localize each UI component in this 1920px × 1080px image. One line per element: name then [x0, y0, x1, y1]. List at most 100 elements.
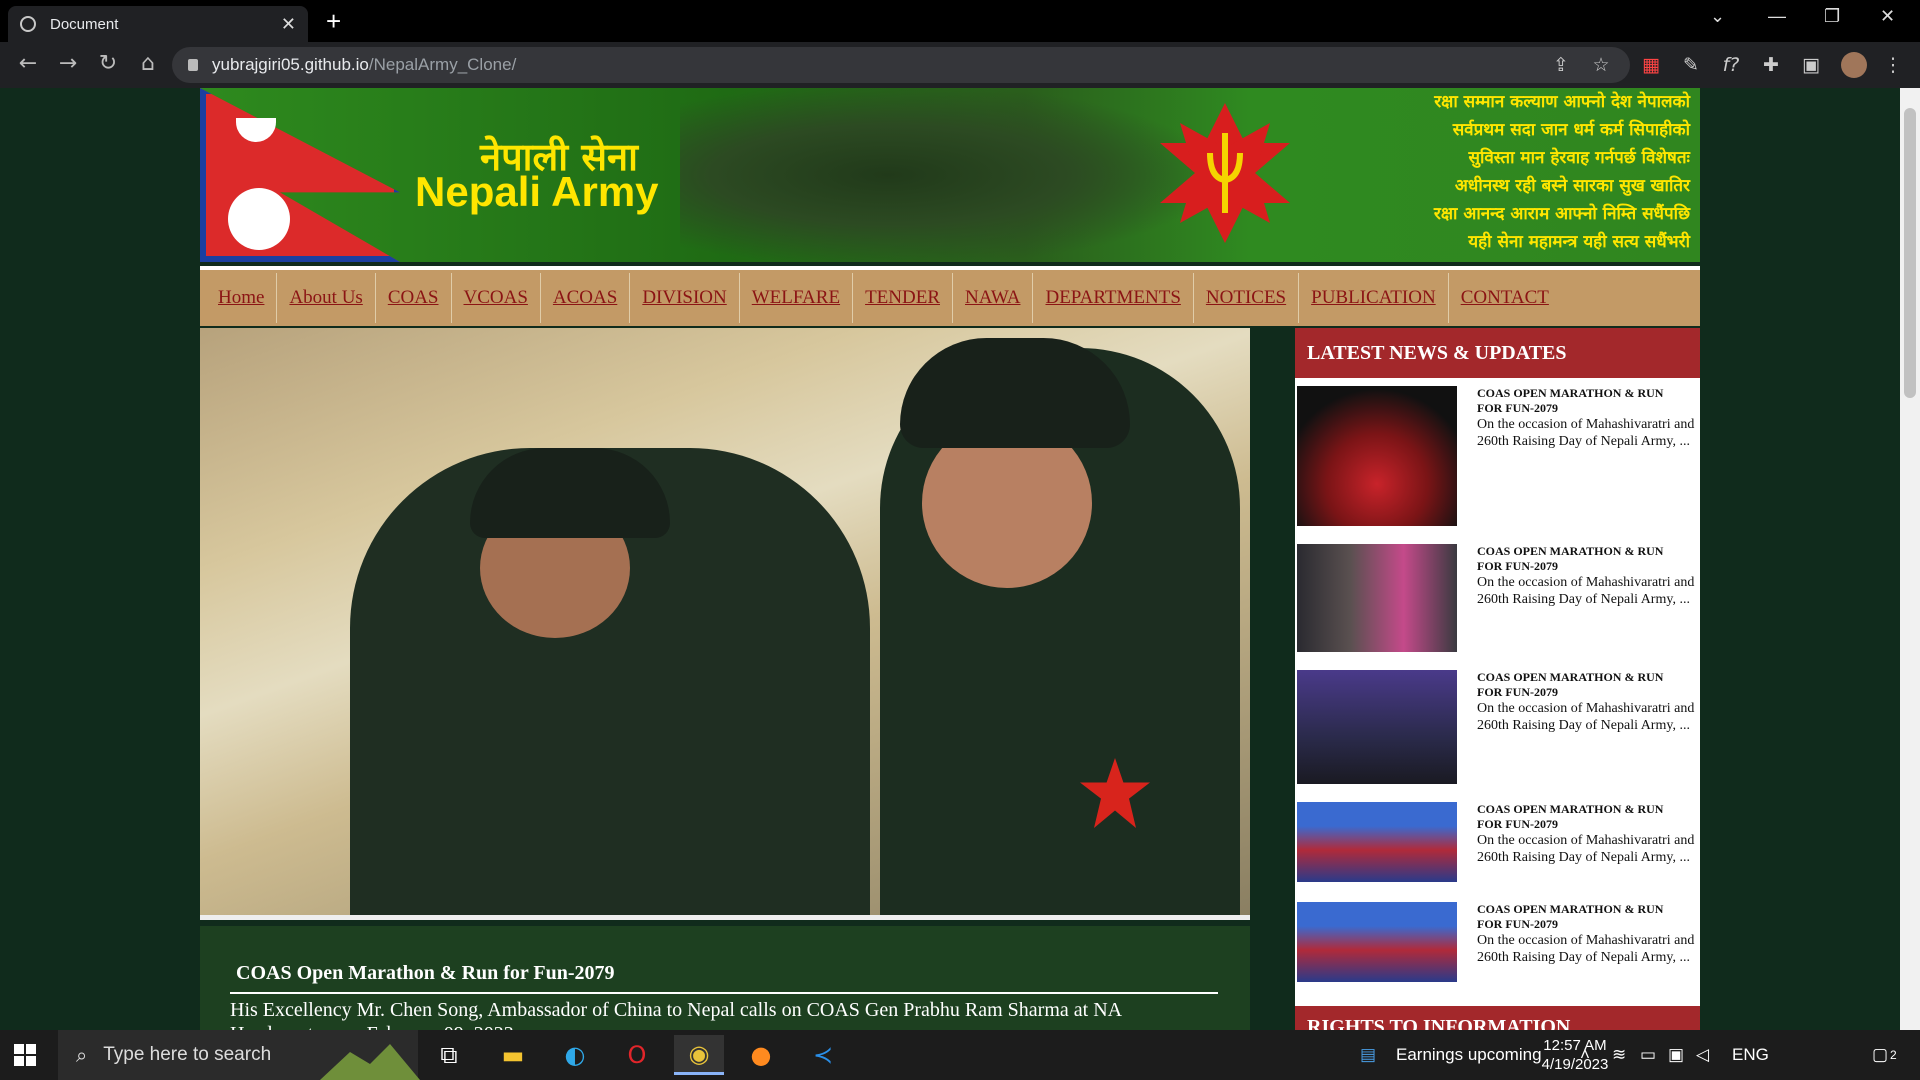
- notification-count: 2: [1890, 1048, 1897, 1062]
- news-widget-icon[interactable]: ▤: [1360, 1030, 1376, 1080]
- restore-icon[interactable]: ❐: [1824, 6, 1840, 27]
- web-page: नेपाली सेना Nepali Army रक्षा सम्मान कल्…: [0, 88, 1900, 1030]
- nav-welfare[interactable]: WELFARE: [740, 273, 854, 323]
- bookmark-star-icon[interactable]: ☆: [1588, 52, 1614, 78]
- site-banner: नेपाली सेना Nepali Army रक्षा सम्मान कल्…: [200, 88, 1700, 262]
- search-icon: ⌕: [76, 1043, 88, 1067]
- font-extension-icon[interactable]: f?: [1718, 52, 1744, 78]
- nav-division[interactable]: DIVISION: [630, 273, 740, 323]
- vscode-icon[interactable]: ≺: [798, 1035, 848, 1075]
- tab-title: Document: [50, 15, 119, 33]
- nav-publication[interactable]: PUBLICATION: [1299, 273, 1449, 323]
- task-view-icon[interactable]: ⧉: [424, 1035, 474, 1075]
- news-thumbnail[interactable]: [1297, 670, 1457, 784]
- army-emblem-icon: [1160, 103, 1290, 243]
- share-icon[interactable]: ⇪: [1548, 52, 1574, 78]
- extension-icon[interactable]: ▦: [1638, 52, 1664, 78]
- news-thumbnail[interactable]: [1297, 802, 1457, 882]
- news-title[interactable]: COAS OPEN MARATHON & RUN FOR FUN-2079: [1477, 802, 1687, 832]
- news-panel: LATEST NEWS & UPDATES COAS OPEN MARATHON…: [1295, 328, 1700, 1030]
- nav-acoas[interactable]: ACOAS: [541, 273, 631, 323]
- rti-heading[interactable]: RIGHTS TO INFORMATION: [1295, 1006, 1700, 1030]
- home-icon[interactable]: ⌂: [134, 50, 162, 78]
- motto-line: सुविस्ता मान हेरवाह गर्नपर्छ विशेषतः: [1468, 148, 1690, 168]
- motto-verse: रक्षा सम्मान कल्याण आफ्नो देश नेपालको सर…: [1300, 88, 1690, 262]
- chrome-icon[interactable]: ◉: [674, 1035, 724, 1075]
- edge-icon[interactable]: ◐: [550, 1035, 600, 1075]
- hero-caption: COAS Open Marathon & Run for Fun-2079 Hi…: [200, 926, 1250, 1030]
- motto-line: यही सेना महामन्त्र यही सत्य सधैंभरी: [1468, 232, 1690, 252]
- news-heading: LATEST NEWS & UPDATES: [1295, 328, 1700, 378]
- browser-toolbar: ← → ↻ ⌂ yubrajgiri05.github.io/NepalArmy…: [0, 42, 1920, 88]
- news-desc: On the occasion of Mahashivaratri and 26…: [1477, 833, 1695, 865]
- minimize-icon[interactable]: —: [1768, 6, 1786, 27]
- language-indicator[interactable]: ENG: [1732, 1030, 1769, 1080]
- news-desc: On the occasion of Mahashivaratri and 26…: [1477, 701, 1695, 733]
- scrollbar-thumb[interactable]: [1904, 108, 1916, 398]
- back-icon[interactable]: ←: [14, 50, 42, 78]
- clock[interactable]: 12:57 AM 4/19/2023: [1520, 1036, 1630, 1074]
- battery-icon[interactable]: ▭: [1640, 1030, 1656, 1080]
- file-explorer-icon[interactable]: ▬: [488, 1035, 538, 1075]
- url-host: yubrajgiri05.github.io: [212, 55, 369, 74]
- news-thumbnail[interactable]: [1297, 544, 1457, 652]
- caption-divider: [230, 992, 1218, 994]
- clock-date: 4/19/2023: [1541, 1056, 1609, 1073]
- motto-line: रक्षा सम्मान कल्याण आफ्नो देश नेपालको: [1434, 92, 1690, 112]
- tab-search-icon[interactable]: ⌄: [1710, 6, 1725, 27]
- news-title[interactable]: COAS OPEN MARATHON & RUN FOR FUN-2079: [1477, 544, 1687, 574]
- window-close-icon[interactable]: ✕: [1880, 6, 1895, 27]
- news-title[interactable]: COAS OPEN MARATHON & RUN FOR FUN-2079: [1477, 670, 1687, 700]
- firefox-icon[interactable]: ●: [736, 1035, 786, 1075]
- lock-icon: [188, 59, 198, 71]
- brand-title-english: Nepali Army: [415, 168, 659, 215]
- caption-text: His Excellency Mr. Chen Song, Ambassador…: [230, 999, 1121, 1030]
- nav-tender[interactable]: TENDER: [853, 273, 953, 323]
- meet-icon[interactable]: ▣: [1668, 1030, 1684, 1080]
- news-title[interactable]: COAS OPEN MARATHON & RUN FOR FUN-2079: [1477, 386, 1687, 416]
- menu-kebab-icon[interactable]: ⋮: [1880, 52, 1906, 78]
- nav-vcoas[interactable]: VCOAS: [452, 273, 541, 323]
- soldiers-image: [680, 88, 1200, 262]
- reload-icon[interactable]: ↻: [94, 50, 122, 78]
- caption-title: COAS Open Marathon & Run for Fun-2079: [236, 962, 615, 984]
- clock-time: 12:57 AM: [1543, 1037, 1607, 1054]
- browser-tab[interactable]: Document ✕: [8, 6, 308, 42]
- officer-beret-right: [900, 338, 1130, 448]
- address-bar[interactable]: yubrajgiri05.github.io/NepalArmy_Clone/: [172, 47, 1630, 83]
- search-placeholder: Type here to search: [103, 1044, 272, 1065]
- windows-start-icon[interactable]: [14, 1044, 36, 1066]
- windows-taskbar: ⌕ Type here to search ⧉ ▬ ◐ O ◉ ● ≺ ▤ Ea…: [0, 1030, 1920, 1080]
- motto-line: रक्षा आनन्द आराम आफ्नो निम्ति सधैंपछि: [1433, 204, 1690, 224]
- extensions-puzzle-icon[interactable]: ✚: [1758, 52, 1784, 78]
- nav-contact[interactable]: CONTACT: [1449, 273, 1561, 323]
- news-desc: On the occasion of Mahashivaratri and 26…: [1477, 933, 1695, 965]
- motto-line: अधीनस्थ रही बस्ने सारका सुख खातिर: [1454, 176, 1690, 196]
- browser-tab-bar: Document ✕ + ⌄ — ❐ ✕: [0, 0, 1920, 42]
- nav-home[interactable]: Home: [206, 273, 278, 323]
- new-tab-button[interactable]: +: [326, 6, 341, 37]
- nav-nawa[interactable]: NAWA: [953, 273, 1034, 323]
- opera-icon[interactable]: O: [612, 1035, 662, 1075]
- nav-coas[interactable]: COAS: [376, 273, 452, 323]
- url-path: /NepalArmy_Clone/: [368, 55, 517, 74]
- flag-sun: [228, 188, 290, 250]
- news-thumbnail[interactable]: [1297, 902, 1457, 982]
- nav-notices[interactable]: NOTICES: [1194, 273, 1300, 323]
- globe-icon: [20, 16, 36, 32]
- volume-icon[interactable]: ◁: [1696, 1030, 1709, 1080]
- motto-line: सर्वप्रथम सदा जान धर्म कर्म सिपाहीको: [1452, 120, 1690, 140]
- nav-departments[interactable]: DEPARTMENTS: [1033, 273, 1194, 323]
- forward-icon[interactable]: →: [54, 50, 82, 78]
- nepal-flag-image: [200, 88, 400, 262]
- nav-about-us[interactable]: About Us: [277, 273, 376, 323]
- pen-extension-icon[interactable]: ✎: [1678, 52, 1704, 78]
- close-tab-icon[interactable]: ✕: [281, 14, 296, 35]
- main-nav: Home About Us COAS VCOAS ACOAS DIVISION …: [200, 266, 1700, 326]
- news-title[interactable]: COAS OPEN MARATHON & RUN FOR FUN-2079: [1477, 902, 1687, 932]
- news-thumbnail[interactable]: [1297, 386, 1457, 526]
- profile-avatar[interactable]: [1841, 52, 1867, 78]
- hero-image: [200, 328, 1250, 920]
- notification-center-icon[interactable]: ▢: [1872, 1030, 1888, 1080]
- side-panel-icon[interactable]: ▣: [1798, 52, 1824, 78]
